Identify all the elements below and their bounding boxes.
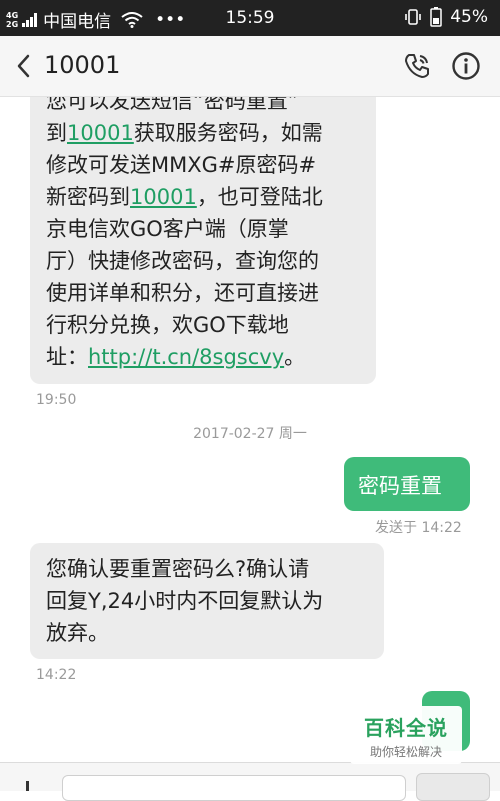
back-arrow-icon[interactable] (14, 53, 34, 79)
battery-level: 45% (450, 7, 488, 27)
message-line: 您可以发送短信“密码重置” (46, 97, 299, 113)
outgoing-message-text: 密码重置 (358, 474, 442, 498)
message-line: 行积分兑换，欢GO下载地 (46, 313, 289, 337)
message-link[interactable]: 10001 (130, 185, 197, 209)
message-line: 使用详单和积分，还可直接进 (46, 281, 319, 305)
message-line: 您确认要重置密码么?确认请 (46, 557, 310, 581)
message-line: 修改可发送MMXG#原密码# (46, 153, 317, 177)
message-line: 京电信欢GO客户端（原掌 (46, 217, 289, 241)
message-line: 放弃。 (46, 621, 109, 645)
message-line: 址：http://t.cn/8sgscvy。 (46, 345, 306, 369)
compose-bar (0, 762, 500, 801)
message-time: 14:22 (36, 667, 77, 683)
status-bar: 4G 2G 中国电信 ••• 15:59 45% (0, 0, 500, 36)
info-icon[interactable] (451, 51, 481, 81)
message-line: 厅）快捷修改密码，查询您的 (46, 249, 319, 273)
call-icon[interactable] (402, 51, 432, 81)
send-button[interactable] (416, 773, 490, 801)
vibrate-icon (405, 9, 422, 25)
watermark-title: 百科全说 (364, 716, 448, 740)
date-divider: 2017-02-27 周一 (193, 426, 307, 442)
message-input[interactable] (62, 775, 406, 801)
conversation-header: 10001 (0, 36, 500, 97)
contact-title: 10001 (44, 51, 121, 79)
message-time: 19:50 (36, 392, 77, 408)
outgoing-message[interactable]: 密码重置 (344, 457, 470, 511)
message-link[interactable]: 10001 (67, 121, 134, 145)
watermark-logo: 百科全说 助你轻松解决 (350, 706, 462, 764)
incoming-message[interactable]: 您确认要重置密码么?确认请 回复Y,24小时内不回复默认为 放弃。 (30, 543, 384, 659)
message-line: 新密码到10001，也可登陆北 (46, 185, 323, 209)
sent-status: 发送于 14:22 (375, 520, 462, 536)
incoming-message[interactable]: 您可以发送短信“密码重置” 到10001获取服务密码，如需 修改可发送MMXG#原密… (30, 97, 376, 384)
watermark-subtitle: 助你轻松解决 (369, 745, 442, 759)
battery-icon (430, 7, 442, 27)
message-link[interactable]: http://t.cn/8sgscvy (88, 345, 284, 369)
message-line: 回复Y,24小时内不回复默认为 (46, 589, 324, 613)
status-right: 45% (404, 7, 488, 27)
message-line: 到10001获取服务密码，如需 (46, 121, 323, 145)
message-list[interactable]: 您可以发送短信“密码重置” 到10001获取服务密码，如需 修改可发送MMXG#原密… (0, 97, 500, 762)
